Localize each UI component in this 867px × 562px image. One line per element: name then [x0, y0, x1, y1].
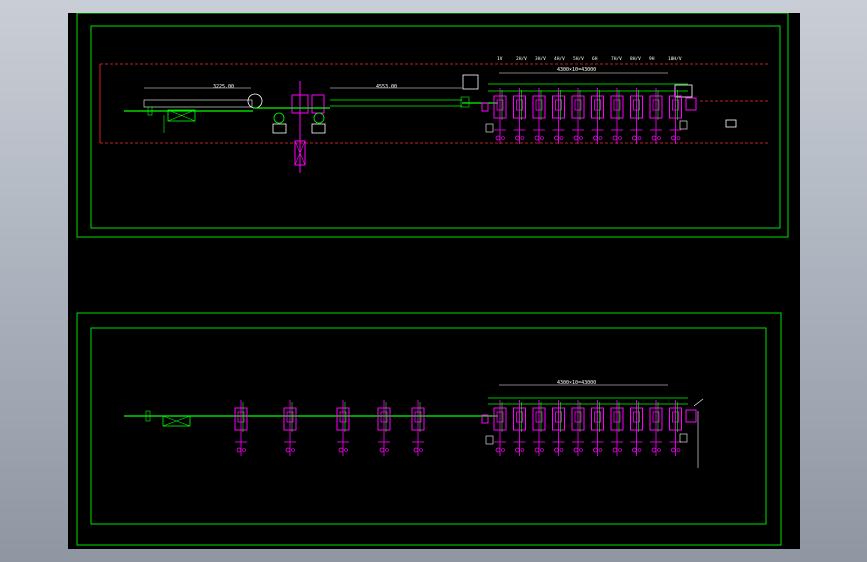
mill-stand	[591, 400, 604, 456]
mill-stand	[552, 88, 565, 144]
dimension-finishing-top-label: 4300×10=43000	[557, 67, 596, 73]
mill-stand	[513, 400, 526, 456]
top-roughing-stand-b	[311, 94, 325, 114]
stand-label: 6H	[592, 56, 598, 62]
bottom-sheet-inner-frame	[90, 327, 767, 525]
mill-stand	[234, 400, 248, 456]
bottom-finishing-stands	[481, 398, 704, 468]
stand-labels: 1V 2H/V 3H/V 4H/V 5H/V 6H 7H/V 8H/V 9H 10H/V	[497, 56, 682, 62]
bottom-roughing-stands	[234, 400, 425, 456]
mill-stand	[610, 400, 624, 456]
stand-label: 1V	[497, 56, 503, 62]
mill-stand	[610, 88, 624, 144]
top-sheet-outer-frame	[76, 13, 789, 238]
top-right-box	[725, 119, 737, 128]
top-furnace-outline	[143, 99, 253, 108]
dimension-finishing-bottom-label: 4300×10=43000	[557, 380, 596, 386]
mill-stand	[669, 88, 682, 144]
stand-label: 7H/V	[611, 56, 622, 62]
mill-stand	[630, 88, 643, 144]
mill-stand	[493, 400, 507, 456]
top-motor-label-box-a	[272, 123, 287, 134]
top-coiler	[247, 93, 263, 109]
mill-stand	[669, 400, 682, 456]
mill-stand	[493, 88, 507, 144]
mill-stand	[591, 88, 604, 144]
top-finishing-stands	[481, 88, 697, 144]
mill-stand	[571, 88, 585, 144]
mill-stand	[411, 400, 425, 456]
dimension-left-label: 3225.00	[213, 84, 234, 90]
mill-stand	[649, 400, 663, 456]
top-motor-label-box-b	[311, 123, 326, 134]
mill-stand	[649, 88, 663, 144]
mill-stand	[336, 400, 350, 456]
stand-label: 8H/V	[630, 56, 641, 62]
mill-stand	[532, 400, 546, 456]
stand-label: 10H/V	[668, 56, 682, 62]
stand-label: 4H/V	[554, 56, 565, 62]
mill-stand	[283, 400, 297, 456]
stand-label: 3H/V	[535, 56, 546, 62]
mill-stand	[532, 88, 546, 144]
mill-stand	[513, 88, 526, 144]
stand-label: 5H/V	[573, 56, 584, 62]
drawing-canvas: 3225.00 4553.00 4300×10=43000 1V 2H/V 3H/V…	[68, 13, 800, 549]
mill-stand	[552, 400, 565, 456]
mill-stand	[377, 400, 391, 456]
mill-stand	[630, 400, 643, 456]
top-finishing-entry-box	[462, 74, 479, 90]
stand-label: 9H	[649, 56, 655, 62]
mill-stand	[571, 400, 585, 456]
stand-label: 2H/V	[516, 56, 527, 62]
dimension-mid-label: 4553.00	[376, 84, 397, 90]
cad-drawing: 3225.00 4553.00 4300×10=43000 1V 2H/V 3H/V…	[76, 13, 789, 546]
